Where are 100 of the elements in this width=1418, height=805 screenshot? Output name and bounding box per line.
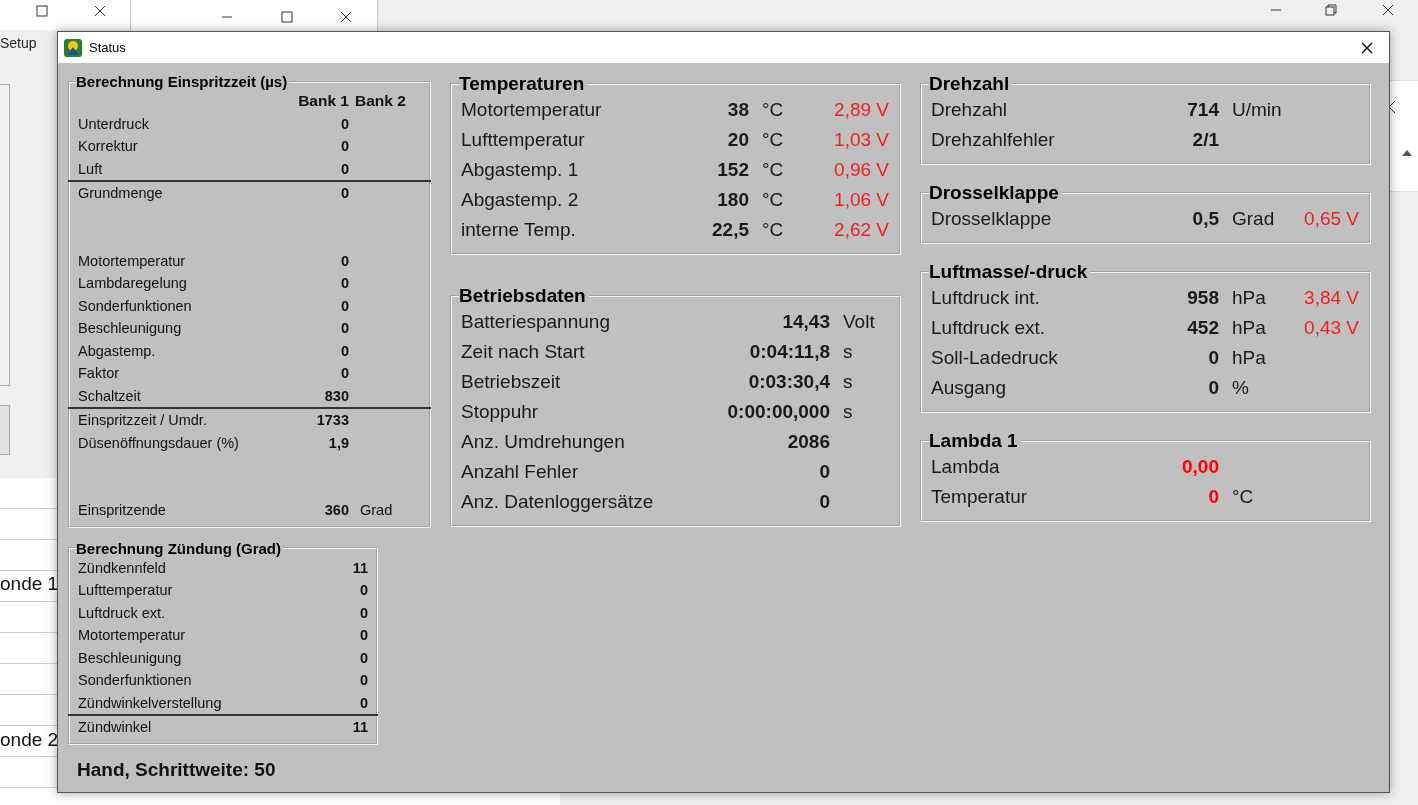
- row-label: Drehzahl: [931, 98, 1009, 122]
- row-unit: hPa: [1232, 317, 1266, 338]
- group-title: Berechnung Einspritzzeit (µs): [76, 73, 289, 90]
- voltage-reading: 2,89 V: [834, 99, 889, 120]
- row-value: 0: [818, 490, 830, 514]
- row-value: 452: [1186, 316, 1219, 340]
- row-label: Temperatur: [931, 485, 1029, 509]
- maximize-icon[interactable]: [281, 11, 293, 23]
- restore-icon[interactable]: [1325, 4, 1337, 16]
- maximize-icon[interactable]: [36, 5, 48, 17]
- row-label: Sonderfunktionen: [78, 671, 193, 690]
- close-icon[interactable]: [1361, 41, 1373, 54]
- row-value: 0: [339, 296, 349, 316]
- row-label: Motortemperatur: [461, 98, 603, 122]
- row-value: 0: [358, 671, 368, 690]
- row-unit: s: [843, 401, 853, 422]
- row-value: 0: [339, 364, 349, 383]
- row-unit: s: [843, 371, 853, 392]
- row-unit: U/min: [1232, 99, 1282, 120]
- row-value: 0: [1207, 346, 1219, 370]
- row-value: 11: [351, 558, 368, 578]
- row-label: Schaltzeit: [78, 386, 142, 406]
- row-label: Luftdruck ext.: [78, 603, 167, 623]
- close-icon[interactable]: [94, 5, 106, 17]
- row-value: 0: [339, 114, 349, 134]
- row-label: Faktor: [78, 364, 121, 383]
- group-title: Drosselklappe: [929, 182, 1060, 204]
- row-label: Zündwinkelverstellung: [78, 693, 223, 713]
- row-label: Betriebszeit: [461, 370, 562, 394]
- column-header: Bank 2: [354, 91, 407, 111]
- row-unit: Grad: [359, 501, 394, 520]
- row-label: Anz. Umdrehungen: [461, 430, 626, 454]
- row-label: Motortemperatur: [78, 626, 187, 645]
- row-value: 0:03:30,4: [747, 370, 830, 394]
- row-value: 958: [1186, 286, 1219, 310]
- row-value: 2086: [786, 430, 830, 454]
- row-value: 0: [339, 274, 349, 293]
- row-value: 0: [339, 184, 349, 203]
- row-value: 0: [1207, 485, 1219, 509]
- group-title: Luftmasse/-druck: [929, 261, 1089, 283]
- group-title: Lambda 1: [929, 430, 1019, 452]
- row-value: 0: [358, 581, 368, 600]
- row-unit: °C: [762, 159, 784, 180]
- row-label: Sonderfunktionen: [78, 296, 193, 316]
- row-label: Drosselklappe: [931, 207, 1053, 231]
- row-unit: °C: [762, 129, 784, 150]
- row-label: Beschleunigung: [78, 648, 183, 668]
- row-label: Luft: [78, 159, 104, 179]
- scroll-up-icon[interactable]: [1402, 150, 1412, 156]
- row-label: Anzahl Fehler: [461, 460, 580, 484]
- row-label: Grundmenge: [78, 184, 164, 203]
- row-value: 0: [339, 251, 349, 271]
- row-label: Drehzahlfehler: [931, 128, 1056, 152]
- row-value: 0: [339, 159, 349, 179]
- column-header: Bank 1: [297, 91, 349, 111]
- row-value: 1733: [315, 411, 349, 430]
- row-label: Unterdruck: [78, 114, 150, 134]
- row-value: 0:04:11,8: [748, 340, 830, 364]
- panel-background: [0, 405, 10, 455]
- voltage-reading: 3,84 V: [1304, 287, 1359, 308]
- row-label: Einspritzzeit / Umdr.: [78, 411, 208, 430]
- window-title: Status: [89, 40, 126, 55]
- row-unit: °C: [1232, 486, 1254, 507]
- row-value: 14,43: [781, 310, 830, 334]
- group-title: Berechnung Zündung (Grad): [76, 539, 282, 557]
- row-label: Lambdaregelung: [78, 274, 188, 293]
- table-cell: onde 2: [0, 729, 59, 751]
- menu-item[interactable]: Setup: [0, 35, 37, 51]
- row-value: 38: [726, 98, 749, 122]
- close-icon[interactable]: [340, 11, 352, 23]
- row-label: Abgastemp.: [78, 341, 157, 361]
- row-value: 11: [351, 718, 368, 737]
- row-label: Stoppuhr: [461, 400, 540, 424]
- voltage-reading: 1,03 V: [834, 129, 889, 150]
- row-label: Lufttemperatur: [78, 581, 174, 600]
- row-label: Einspritzende: [78, 501, 167, 520]
- row-value: 0: [358, 693, 368, 713]
- mode-status: Hand, Schrittweite: 50: [76, 758, 277, 781]
- row-label: Lambda: [931, 455, 1001, 479]
- voltage-reading: 1,06 V: [834, 189, 889, 210]
- row-label: Düsenöffnungsdauer (%): [78, 433, 240, 453]
- row-unit: %: [1232, 377, 1249, 398]
- close-icon[interactable]: [1382, 4, 1394, 16]
- row-value: 0: [358, 648, 368, 668]
- row-label: Abgastemp. 1: [461, 158, 580, 182]
- row-value: 0: [1207, 376, 1219, 400]
- group-title: Temperaturen: [459, 73, 586, 95]
- row-value: 360: [323, 501, 349, 520]
- row-unit: °C: [762, 219, 784, 240]
- row-value: 714: [1186, 98, 1219, 122]
- row-value: 0,00: [1181, 455, 1219, 479]
- row-label: Soll-Ladedruck: [931, 346, 1059, 370]
- row-value: 0,5: [1191, 207, 1219, 231]
- row-label: Luftdruck int.: [931, 286, 1041, 310]
- row-label: Motortemperatur: [78, 251, 187, 271]
- row-value: 0: [358, 626, 368, 645]
- app-icon: [63, 37, 83, 58]
- row-value: 0: [818, 460, 830, 484]
- table-cell: onde 1: [0, 573, 59, 595]
- row-label: Beschleunigung: [78, 319, 183, 338]
